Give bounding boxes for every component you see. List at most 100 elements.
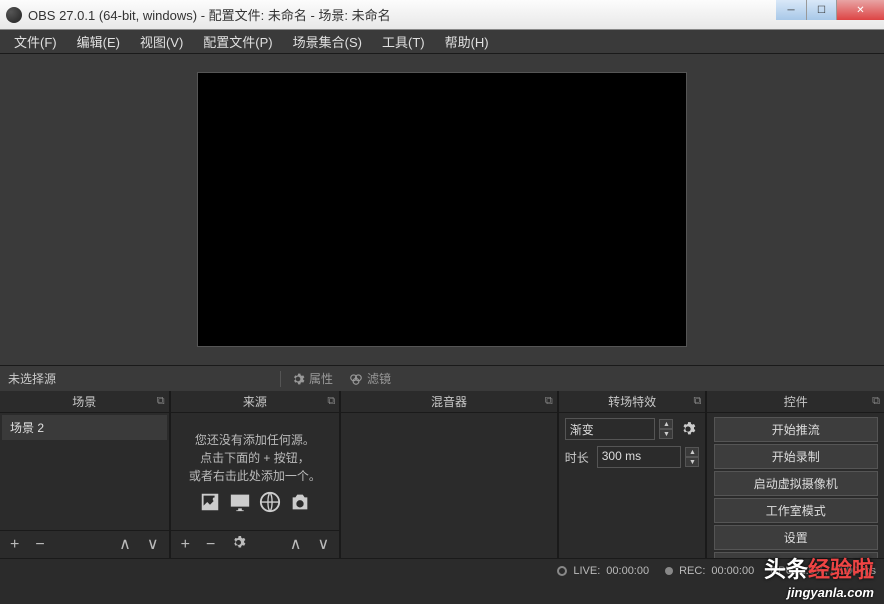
sources-empty-state: 您还没有添加任何源。 点击下面的 + 按钮， 或者右击此处添加一个。 — [173, 415, 338, 528]
popout-icon[interactable]: ⧉ — [694, 395, 702, 408]
watermark-url: jingyanla.com — [787, 585, 874, 600]
source-down-button[interactable]: ∨ — [314, 537, 334, 553]
controls-panel-title: 控件 ⧉ — [707, 391, 884, 413]
empty-line-2: 点击下面的 + 按钮， — [200, 449, 310, 467]
scene-item[interactable]: 场景 2 — [2, 415, 167, 440]
rec-label: REC: — [679, 565, 705, 577]
controls-title-label: 控件 — [784, 393, 808, 410]
spin-down-button[interactable]: ▼ — [685, 457, 699, 467]
sources-footer: + − ∧ ∨ — [171, 530, 340, 558]
gear-icon — [231, 535, 246, 550]
empty-line-3: 或者右击此处添加一个。 — [189, 467, 321, 485]
source-selection-status: 未选择源 — [8, 370, 278, 387]
spin-up-button[interactable]: ▲ — [685, 447, 699, 457]
cpu-status: CPU: 1.0%, 30.00 fps — [770, 565, 876, 577]
minimize-button[interactable]: ─ — [776, 0, 806, 20]
spin-up-button[interactable]: ▲ — [659, 419, 673, 429]
toolbar-separator — [280, 371, 281, 387]
controls-panel: 控件 ⧉ 开始推流 开始录制 启动虚拟摄像机 工作室模式 设置 退出 — [707, 391, 884, 558]
transition-select[interactable]: 渐变 — [565, 418, 656, 440]
source-toolbar: 未选择源 属性 滤镜 — [0, 365, 884, 391]
scenes-panel: 场景 ⧉ 场景 2 + − ∧ ∨ — [0, 391, 169, 558]
exit-button[interactable]: 退出 — [714, 552, 878, 558]
maximize-button[interactable]: ☐ — [806, 0, 836, 20]
window-titlebar: OBS 27.0.1 (64-bit, windows) - 配置文件: 未命名… — [0, 0, 884, 30]
remove-scene-button[interactable]: − — [31, 537, 48, 553]
live-indicator-icon — [557, 566, 567, 576]
image-icon — [199, 491, 221, 513]
add-source-button[interactable]: + — [177, 537, 194, 553]
live-time: 00:00:00 — [606, 565, 649, 577]
menu-file[interactable]: 文件(F) — [4, 29, 67, 54]
settings-button[interactable]: 设置 — [714, 525, 878, 550]
camera-icon — [289, 491, 311, 513]
menu-tools[interactable]: 工具(T) — [372, 29, 435, 54]
transitions-title-label: 转场特效 — [608, 393, 656, 410]
rec-indicator-icon — [665, 567, 673, 575]
menu-edit[interactable]: 编辑(E) — [67, 29, 130, 54]
rec-status: REC: 00:00:00 — [665, 565, 754, 577]
transition-settings-button[interactable] — [677, 418, 699, 440]
sources-panel: 来源 ⧉ 您还没有添加任何源。 点击下面的 + 按钮， 或者右击此处添加一个。 … — [171, 391, 340, 558]
scene-up-button[interactable]: ∧ — [115, 537, 135, 553]
properties-button[interactable]: 属性 — [283, 368, 341, 389]
scenes-list[interactable]: 场景 2 — [0, 413, 169, 530]
scenes-footer: + − ∧ ∨ — [0, 530, 169, 558]
source-properties-button[interactable] — [227, 535, 250, 554]
duration-label: 时长 — [565, 449, 593, 466]
transitions-panel-title: 转场特效 ⧉ — [559, 391, 706, 413]
close-button[interactable]: ✕ — [836, 0, 884, 20]
sources-panel-title: 来源 ⧉ — [171, 391, 340, 413]
start-virtual-cam-button[interactable]: 启动虚拟摄像机 — [714, 471, 878, 496]
duration-input[interactable]: 300 ms — [597, 446, 682, 468]
statusbar: LIVE: 00:00:00 REC: 00:00:00 CPU: 1.0%, … — [0, 558, 884, 582]
menu-help[interactable]: 帮助(H) — [435, 29, 499, 54]
gear-icon — [680, 421, 696, 437]
source-up-button[interactable]: ∧ — [286, 537, 306, 553]
preview-canvas[interactable] — [197, 72, 687, 347]
source-type-icons — [199, 491, 311, 513]
sources-list[interactable]: 您还没有添加任何源。 点击下面的 + 按钮， 或者右击此处添加一个。 — [171, 413, 340, 530]
scene-down-button[interactable]: ∨ — [143, 537, 163, 553]
duration-spinner: ▲ ▼ — [685, 447, 699, 467]
scenes-title-label: 场景 — [72, 393, 96, 410]
controls-body: 开始推流 开始录制 启动虚拟摄像机 工作室模式 设置 退出 — [707, 413, 884, 558]
popout-icon[interactable]: ⧉ — [327, 395, 335, 408]
scenes-panel-title: 场景 ⧉ — [0, 391, 169, 413]
globe-icon — [259, 491, 281, 513]
properties-label: 属性 — [309, 370, 333, 387]
mixer-body — [341, 413, 557, 558]
mixer-title-label: 混音器 — [431, 393, 467, 410]
menubar: 文件(F) 编辑(E) 视图(V) 配置文件(P) 场景集合(S) 工具(T) … — [0, 30, 884, 54]
filter-icon — [349, 372, 363, 386]
start-streaming-button[interactable]: 开始推流 — [714, 417, 878, 442]
filters-label: 滤镜 — [367, 370, 391, 387]
live-label: LIVE: — [573, 565, 600, 577]
live-status: LIVE: 00:00:00 — [557, 565, 649, 577]
mixer-panel-title: 混音器 ⧉ — [341, 391, 557, 413]
remove-source-button[interactable]: − — [202, 537, 219, 553]
display-icon — [229, 491, 251, 513]
menu-view[interactable]: 视图(V) — [130, 29, 193, 54]
empty-line-1: 您还没有添加任何源。 — [195, 431, 315, 449]
spin-down-button[interactable]: ▼ — [659, 429, 673, 439]
popout-icon[interactable]: ⧉ — [872, 395, 880, 408]
transitions-body: 渐变 ▲ ▼ 时长 300 ms ▲ ▼ — [559, 413, 706, 558]
menu-profile[interactable]: 配置文件(P) — [193, 29, 282, 54]
popout-icon[interactable]: ⧉ — [157, 395, 165, 408]
transition-selected-label: 渐变 — [570, 423, 594, 437]
preview-area — [0, 54, 884, 365]
transitions-panel: 转场特效 ⧉ 渐变 ▲ ▼ 时长 300 ms — [559, 391, 706, 558]
add-scene-button[interactable]: + — [6, 537, 23, 553]
start-recording-button[interactable]: 开始录制 — [714, 444, 878, 469]
gear-icon — [291, 372, 305, 386]
app-icon — [6, 7, 22, 23]
studio-mode-button[interactable]: 工作室模式 — [714, 498, 878, 523]
window-title: OBS 27.0.1 (64-bit, windows) - 配置文件: 未命名… — [28, 5, 776, 24]
panels-container: 场景 ⧉ 场景 2 + − ∧ ∨ 来源 ⧉ 您还没有添加任何源。 点击下面的 … — [0, 391, 884, 558]
filters-button[interactable]: 滤镜 — [341, 368, 399, 389]
duration-value: 300 ms — [602, 449, 641, 463]
menu-scene-collection[interactable]: 场景集合(S) — [283, 29, 372, 54]
sources-title-label: 来源 — [243, 393, 267, 410]
popout-icon[interactable]: ⧉ — [545, 395, 553, 408]
